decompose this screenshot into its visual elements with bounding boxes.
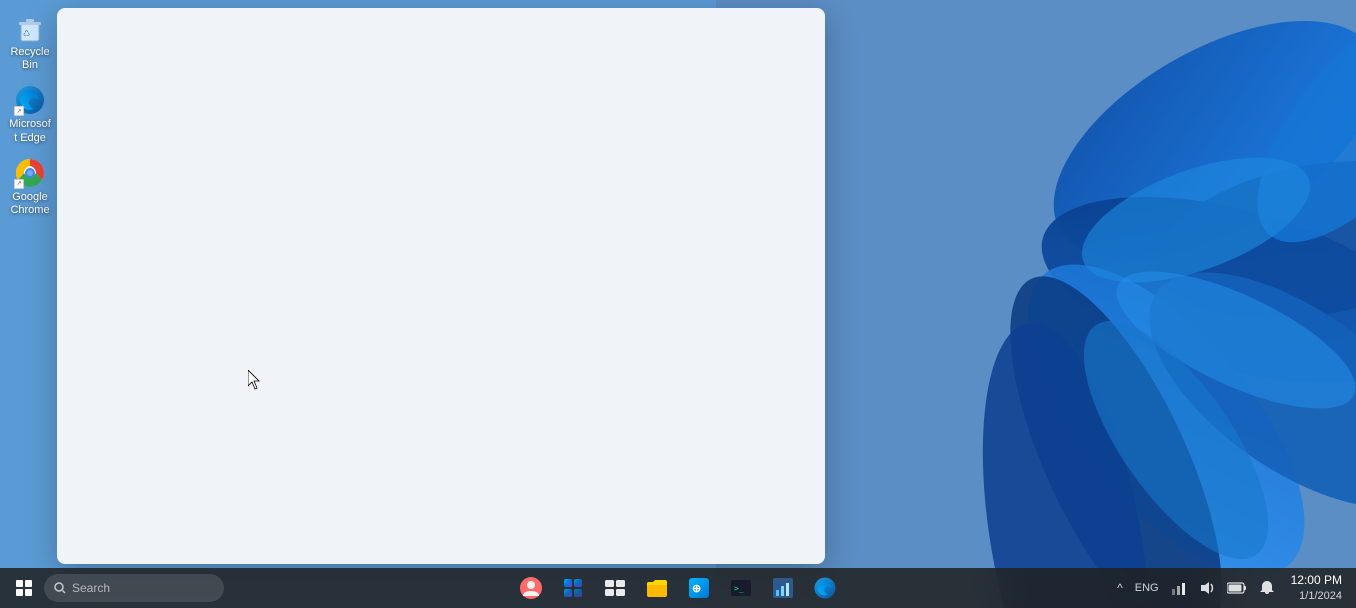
chrome-icon: ↗ bbox=[14, 157, 46, 189]
network-icon bbox=[1171, 580, 1187, 596]
taskbar-search[interactable] bbox=[44, 574, 224, 602]
chevron-up-icon: ^ bbox=[1117, 581, 1123, 595]
desktop-icon-recycle-bin[interactable]: ♺ Recycle Bin bbox=[4, 8, 56, 76]
clock-date: 1/1/2024 bbox=[1299, 589, 1342, 604]
desktop-icon-chrome[interactable]: ↗ Google Chrome bbox=[4, 153, 56, 221]
language-label: ENG bbox=[1135, 582, 1159, 594]
notification-button[interactable] bbox=[1255, 578, 1279, 598]
svg-text:⊕: ⊕ bbox=[692, 583, 701, 595]
edge-label: Microsoft Edge bbox=[8, 118, 52, 144]
search-input[interactable] bbox=[72, 581, 192, 595]
language-indicator[interactable]: ENG bbox=[1131, 580, 1163, 596]
network-button[interactable] bbox=[1167, 578, 1191, 598]
profile-icon bbox=[519, 576, 543, 600]
popup-window bbox=[57, 8, 825, 564]
taskbar-center-apps: ⊕ >_ bbox=[511, 570, 845, 606]
taskbar-app-edge[interactable] bbox=[805, 570, 845, 606]
taskbar-app-profile[interactable] bbox=[511, 570, 551, 606]
taskbar-right: ^ ENG bbox=[1113, 570, 1348, 606]
recycle-bin-icon: ♺ bbox=[14, 12, 46, 44]
file-explorer-icon bbox=[645, 576, 669, 600]
clock-time: 12:00 PM bbox=[1291, 572, 1342, 589]
taskbar-app-file-explorer[interactable] bbox=[637, 570, 677, 606]
svg-text:♺: ♺ bbox=[23, 29, 30, 38]
taskbar-edge-icon bbox=[813, 576, 837, 600]
task-view-icon bbox=[603, 576, 627, 600]
volume-icon bbox=[1199, 580, 1215, 596]
taskbar-app-task-view[interactable] bbox=[595, 570, 635, 606]
ms-store-icon: ⊕ bbox=[687, 576, 711, 600]
taskbar-app-terminal[interactable]: >_ bbox=[721, 570, 761, 606]
start-button[interactable] bbox=[8, 572, 40, 604]
battery-button[interactable] bbox=[1223, 580, 1251, 596]
clock-button[interactable]: 12:00 PM 1/1/2024 bbox=[1285, 570, 1348, 606]
desktop-icon-edge[interactable]: ↗ Microsoft Edge bbox=[4, 80, 56, 148]
desktop-icons-container: ♺ Recycle Bin bbox=[0, 0, 60, 229]
taskmanager-icon bbox=[771, 576, 795, 600]
windows-logo-icon bbox=[16, 580, 32, 596]
volume-button[interactable] bbox=[1195, 578, 1219, 598]
taskbar-app-widgets[interactable] bbox=[553, 570, 593, 606]
chrome-label: Google Chrome bbox=[8, 191, 52, 217]
taskbar: ⊕ >_ bbox=[0, 568, 1356, 608]
notification-icon bbox=[1259, 580, 1275, 596]
widgets-icon bbox=[561, 576, 585, 600]
taskbar-app-ms-store[interactable]: ⊕ bbox=[679, 570, 719, 606]
system-tray: ^ ENG bbox=[1113, 578, 1278, 598]
battery-icon bbox=[1227, 582, 1247, 594]
taskbar-left bbox=[8, 572, 224, 604]
edge-icon: ↗ bbox=[14, 84, 46, 116]
show-hidden-icons-button[interactable]: ^ bbox=[1113, 579, 1127, 597]
search-icon bbox=[54, 582, 66, 594]
terminal-icon: >_ bbox=[729, 576, 753, 600]
desktop: ♺ Recycle Bin bbox=[0, 0, 1356, 608]
taskbar-app-taskmanager[interactable] bbox=[763, 570, 803, 606]
recycle-bin-label: Recycle Bin bbox=[8, 46, 52, 72]
svg-text:>_: >_ bbox=[734, 584, 744, 593]
